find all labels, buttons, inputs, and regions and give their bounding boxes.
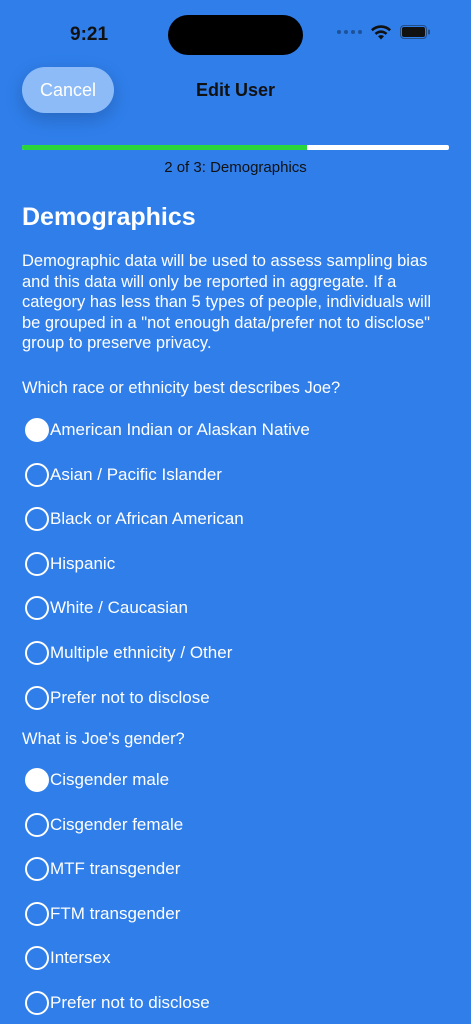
progress-label: 2 of 3: Demographics (164, 159, 307, 176)
race-option-label: American Indian or Alaskan Native (50, 420, 310, 439)
status-bar: 9:21 (0, 0, 471, 60)
gender-option-label: Cisgender male (50, 770, 170, 789)
radio-unselected-icon[interactable] (25, 901, 49, 926)
gender-option-label: Prefer not to disclose (50, 993, 210, 1012)
radio-unselected-icon[interactable] (25, 596, 49, 621)
wifi-icon (371, 25, 391, 40)
race-option[interactable]: Black or African American (25, 506, 244, 532)
race-question-label: Which race or ethnicity best describes J… (22, 379, 341, 397)
status-icons (337, 24, 431, 40)
gender-option[interactable]: MTF transgender (25, 856, 180, 882)
page-title: Edit User (195, 80, 276, 100)
race-option-label: Black or African American (50, 509, 244, 529)
race-option-label: Hispanic (50, 553, 116, 573)
status-time: 9:21 (70, 24, 109, 45)
cellular-dots-icon (337, 30, 362, 34)
battery-icon (400, 25, 430, 39)
gender-question-label: What is Joe's gender? (22, 730, 185, 748)
radio-unselected-icon[interactable] (25, 551, 49, 576)
gender-option-label: MTF transgender (50, 859, 181, 879)
race-option[interactable]: American Indian or Alaskan Native (25, 417, 310, 443)
gender-option-label: Cisgender female (50, 814, 184, 834)
gender-option-label: FTM transgender (50, 903, 181, 923)
progress-fill (22, 145, 307, 150)
race-option-label: Prefer not to disclose (50, 687, 210, 707)
gender-option[interactable]: Cisgender male (25, 767, 169, 793)
section-description: Demographic data will be used to assess … (22, 252, 432, 352)
race-option[interactable]: Hispanic (25, 551, 115, 577)
race-option[interactable]: Asian / Pacific Islander (25, 462, 222, 488)
dynamic-island (168, 15, 303, 55)
gender-option[interactable]: Intersex (25, 945, 110, 971)
progress-bar (22, 145, 449, 150)
race-option-label: White / Caucasian (50, 598, 188, 618)
race-option[interactable]: Prefer not to disclose (25, 685, 210, 711)
radio-unselected-icon[interactable] (25, 857, 49, 882)
radio-unselected-icon[interactable] (25, 812, 49, 837)
radio-unselected-icon[interactable] (25, 641, 49, 665)
radio-unselected-icon[interactable] (25, 462, 49, 487)
section-title: Demographics (22, 203, 196, 231)
gender-option[interactable]: Cisgender female (25, 812, 183, 838)
gender-option[interactable]: Prefer not to disclose (25, 990, 210, 1016)
radio-selected-icon[interactable] (25, 418, 49, 442)
gender-option-label: Intersex (50, 948, 111, 968)
race-option-label: Multiple ethnicity / Other (50, 643, 233, 662)
race-option[interactable]: Multiple ethnicity / Other (25, 640, 232, 666)
radio-unselected-icon[interactable] (25, 685, 49, 710)
race-option-label: Asian / Pacific Islander (50, 464, 222, 484)
radio-unselected-icon[interactable] (25, 946, 49, 971)
radio-selected-icon[interactable] (25, 768, 49, 792)
radio-unselected-icon[interactable] (25, 991, 49, 1015)
race-option[interactable]: White / Caucasian (25, 595, 188, 621)
gender-option[interactable]: FTM transgender (25, 901, 180, 927)
radio-unselected-icon[interactable] (25, 507, 49, 532)
